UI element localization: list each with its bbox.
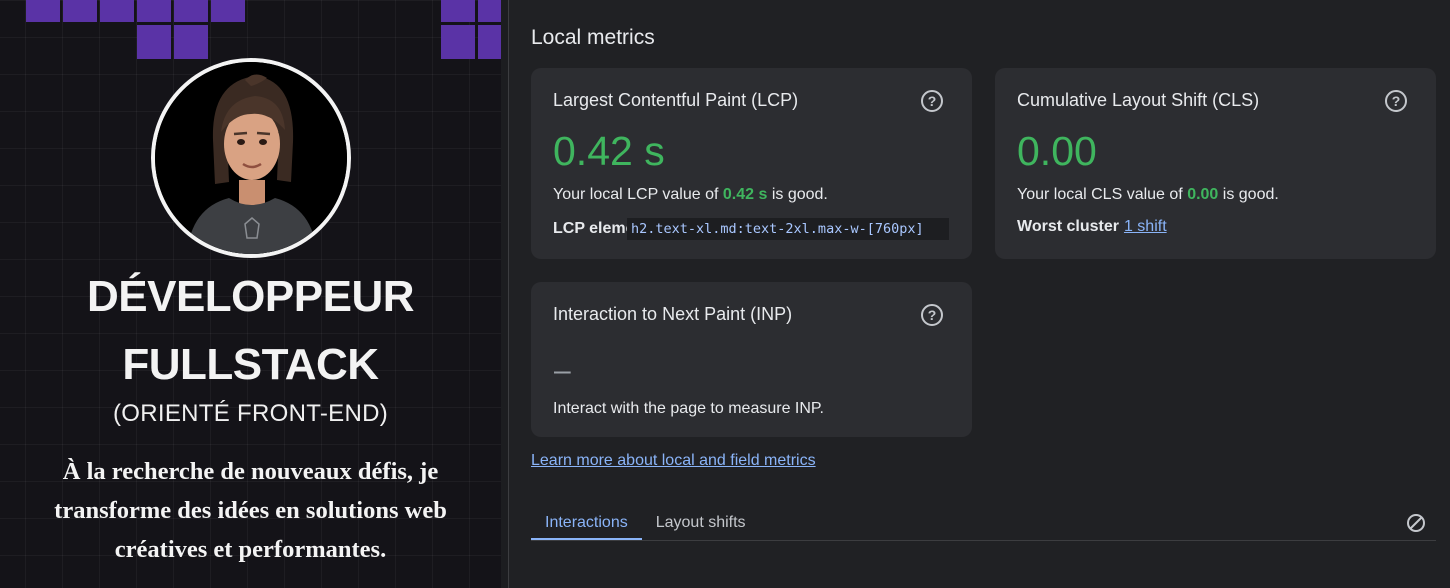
- cls-title: Cumulative Layout Shift (CLS): [1017, 90, 1260, 110]
- inp-card: Interaction to Next Paint (INP) ? – Inte…: [531, 282, 972, 437]
- panel-heading: Local metrics: [531, 26, 655, 49]
- cls-desc-value: 0.00: [1187, 186, 1219, 203]
- tab-bar: Interactions Layout shifts: [531, 506, 760, 540]
- decor-square: [137, 0, 171, 22]
- avatar: [151, 58, 351, 258]
- lcp-element-row: LCP element h2.text-xl.md:text-2xl.max-w…: [553, 218, 949, 240]
- lcp-element-node-link[interactable]: h2.text-xl.md:text-2xl.max-w-[760px]: [627, 218, 949, 240]
- lcp-desc-value: 0.42 s: [722, 186, 768, 203]
- tab-layout-shifts[interactable]: Layout shifts: [642, 506, 760, 540]
- lcp-desc-suffix: is good.: [767, 186, 828, 203]
- devtools-performance-panel: Local metrics Largest Contentful Paint (…: [509, 0, 1450, 588]
- decor-square: [174, 25, 208, 59]
- cls-help-icon[interactable]: ?: [1385, 90, 1407, 112]
- decor-square: [137, 25, 171, 59]
- decor-square: [100, 0, 134, 22]
- site-description: À la recherche de nouveaux défis, je tra…: [54, 458, 447, 563]
- cls-description: Your local CLS value of 0.00 is good.: [1017, 186, 1279, 204]
- tab-interactions[interactable]: Interactions: [531, 506, 642, 540]
- lcp-card: Largest Contentful Paint (LCP) ? 0.42 s …: [531, 68, 972, 259]
- cls-card: Cumulative Layout Shift (CLS) ? 0.00 You…: [995, 68, 1436, 259]
- learn-more-link[interactable]: Learn more about local and field metrics: [531, 452, 816, 470]
- inp-help-icon[interactable]: ?: [921, 304, 943, 326]
- decor-square: [441, 25, 475, 59]
- cls-value: 0.00: [1017, 128, 1097, 174]
- cls-cluster-row: Worst cluster 1 shift: [1017, 218, 1167, 236]
- inp-title: Interaction to Next Paint (INP): [553, 304, 793, 324]
- decor-square: [478, 0, 501, 22]
- clear-icon[interactable]: [1406, 513, 1426, 533]
- lcp-title: Largest Contentful Paint (LCP): [553, 90, 799, 110]
- cls-desc-suffix: is good.: [1218, 186, 1279, 203]
- lcp-description: Your local LCP value of 0.42 s is good.: [553, 186, 828, 204]
- cls-desc-prefix: Your local CLS value of: [1017, 186, 1188, 203]
- inp-value: –: [554, 354, 571, 387]
- decor-square: [211, 0, 245, 22]
- lcp-help-icon[interactable]: ?: [921, 90, 943, 112]
- site-title-line-2: FULLSTACK: [122, 340, 379, 389]
- decor-square: [441, 0, 475, 22]
- inp-description: Interact with the page to measure INP.: [553, 400, 824, 417]
- website-preview: DÉVELOPPEUR FULLSTACK (ORIENTÉ FRONT-END…: [0, 0, 501, 588]
- lcp-element-label: LCP element: [553, 220, 627, 237]
- decor-square: [478, 25, 501, 59]
- lcp-value: 0.42 s: [553, 128, 665, 174]
- lcp-desc-prefix: Your local LCP value of: [553, 186, 723, 203]
- decor-square: [26, 0, 60, 22]
- panel-resize-handle[interactable]: [501, 0, 509, 588]
- tab-divider: [531, 540, 1436, 541]
- site-subtitle: (ORIENTÉ FRONT-END): [112, 400, 389, 427]
- avatar-portrait-image: [155, 62, 347, 254]
- site-title-line-1: DÉVELOPPEUR: [86, 272, 415, 321]
- cls-cluster-label: Worst cluster: [1017, 218, 1119, 235]
- decor-square: [174, 0, 208, 22]
- decor-square: [63, 0, 97, 22]
- cls-cluster-link[interactable]: 1 shift: [1124, 218, 1167, 236]
